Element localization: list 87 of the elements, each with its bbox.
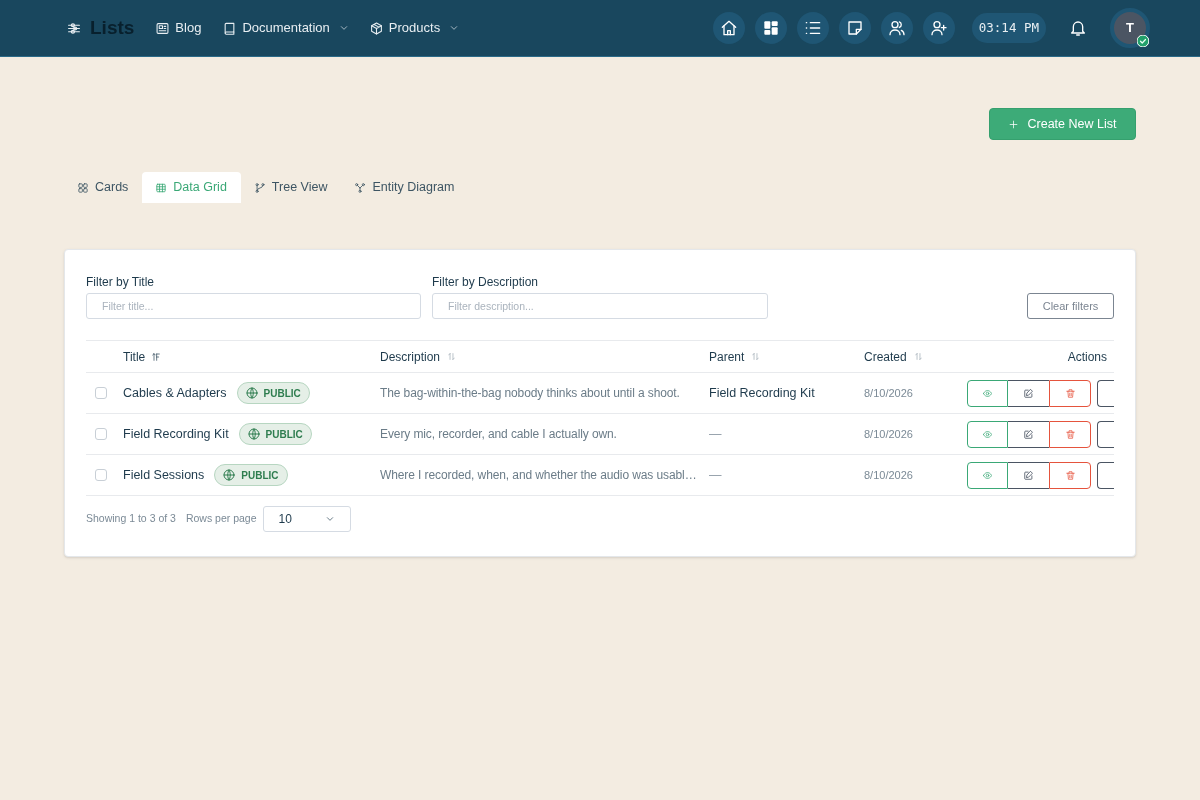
column-header: Actions xyxy=(1067,348,1107,366)
brand-logo-icon[interactable] xyxy=(66,21,82,35)
filter-label: Filter by Description xyxy=(432,274,540,291)
add-user-icon xyxy=(930,20,947,36)
view-tab[interactable]: Entity Diagram xyxy=(341,172,469,203)
branch-icon xyxy=(254,182,265,193)
nav-dropdown[interactable]: Products xyxy=(369,18,459,38)
row-checkbox[interactable] xyxy=(95,387,107,399)
nav-dropdown[interactable]: Documentation xyxy=(223,18,348,38)
table-icon xyxy=(156,182,167,193)
row-checkbox[interactable] xyxy=(95,428,107,440)
delete-button[interactable] xyxy=(1049,379,1091,407)
eye-icon xyxy=(983,429,992,439)
clock-display: 03:14 PM xyxy=(971,13,1046,43)
list-title[interactable]: Field Sessions xyxy=(123,465,205,485)
rows-per-page-label: Rows per page xyxy=(185,511,257,527)
action-button[interactable] xyxy=(1097,379,1114,407)
description-cell-text: Every mic, recorder, and cable I actually own. xyxy=(380,426,618,443)
dashboard-button[interactable] xyxy=(754,12,787,44)
plus-icon xyxy=(1008,119,1018,129)
parent-cell-text: — xyxy=(709,425,722,443)
view-tab[interactable]: Cards xyxy=(64,172,143,203)
nav-link[interactable]: Blog xyxy=(156,18,202,38)
verified-badge-icon xyxy=(1137,35,1149,47)
list-button[interactable] xyxy=(796,12,829,44)
sort-ascending-icon[interactable] xyxy=(152,352,161,361)
created-date: 8/10/2026 xyxy=(864,385,914,401)
cube-icon xyxy=(369,21,383,35)
chevron-down-icon xyxy=(339,24,348,32)
globe-icon xyxy=(245,387,258,399)
clear-filters-button[interactable]: Clear filters xyxy=(1027,293,1114,319)
eye-icon xyxy=(983,388,992,398)
sticky-note-button[interactable] xyxy=(838,12,871,44)
pagination-summary: Showing 1 to 3 of 3 xyxy=(86,511,176,527)
column-header[interactable]: Created xyxy=(864,347,907,366)
column-header[interactable]: Parent xyxy=(709,347,745,366)
users-button[interactable] xyxy=(880,12,913,44)
chevron-down-icon xyxy=(450,24,459,32)
trash-icon xyxy=(1065,388,1075,398)
visibility-label: PUBLIC xyxy=(263,386,301,401)
column-header[interactable]: Title xyxy=(123,347,146,366)
notifications-bell-icon[interactable] xyxy=(1070,20,1086,36)
visibility-label: PUBLIC xyxy=(241,468,279,483)
edit-button[interactable] xyxy=(1008,461,1049,489)
users-icon xyxy=(888,20,905,36)
globe-icon xyxy=(247,428,260,440)
action-button[interactable] xyxy=(1097,461,1114,489)
edit-button[interactable] xyxy=(1008,379,1049,407)
delete-button[interactable] xyxy=(1049,461,1091,489)
description-cell-text: The bag-within-the-bag nobody thinks about until a shoot. xyxy=(380,385,681,402)
list-title[interactable]: Field Recording Kit xyxy=(123,424,229,444)
row-checkbox[interactable] xyxy=(95,469,107,481)
filter-label: Filter by Title xyxy=(86,274,155,291)
filter-input[interactable]: Filter description... xyxy=(432,293,768,319)
created-date: 8/10/2026 xyxy=(864,467,914,483)
sticky-note-icon xyxy=(846,20,863,36)
globe-icon xyxy=(223,469,236,481)
list-title[interactable]: Cables & Adapters xyxy=(123,383,227,403)
diagram-icon xyxy=(355,182,366,193)
action-button[interactable] xyxy=(1097,420,1114,448)
edit-button[interactable] xyxy=(1008,420,1049,448)
trash-icon xyxy=(1065,470,1075,480)
home-icon xyxy=(720,20,737,36)
user-avatar[interactable]: T xyxy=(1110,8,1150,48)
parent-link[interactable]: Field Recording Kit xyxy=(709,383,815,403)
newspaper-icon xyxy=(156,21,170,35)
home-button[interactable] xyxy=(712,12,745,44)
delete-button[interactable] xyxy=(1049,420,1091,448)
list-icon xyxy=(804,20,821,36)
edit-icon xyxy=(1024,388,1033,398)
edit-icon xyxy=(1024,429,1033,439)
eye-icon xyxy=(983,470,992,480)
add-user-button[interactable] xyxy=(922,12,955,44)
rows-per-page-select[interactable]: 10 xyxy=(262,506,351,532)
parent-cell-text: — xyxy=(709,466,722,484)
created-date: 8/10/2026 xyxy=(864,426,914,442)
visibility-label: PUBLIC xyxy=(265,427,303,442)
grid-icon xyxy=(78,182,88,193)
trash-icon xyxy=(1065,429,1075,439)
description-cell-text: Where I recorded, when, and whether the audio was usabl… xyxy=(380,467,698,484)
filter-input[interactable]: Filter title... xyxy=(86,293,421,319)
view-tab[interactable]: Tree View xyxy=(240,172,342,203)
column-header[interactable]: Description xyxy=(380,347,441,366)
chevron-down-icon xyxy=(325,515,334,523)
edit-icon xyxy=(1024,470,1033,480)
book-icon xyxy=(223,21,237,35)
dashboard-icon xyxy=(762,20,779,36)
